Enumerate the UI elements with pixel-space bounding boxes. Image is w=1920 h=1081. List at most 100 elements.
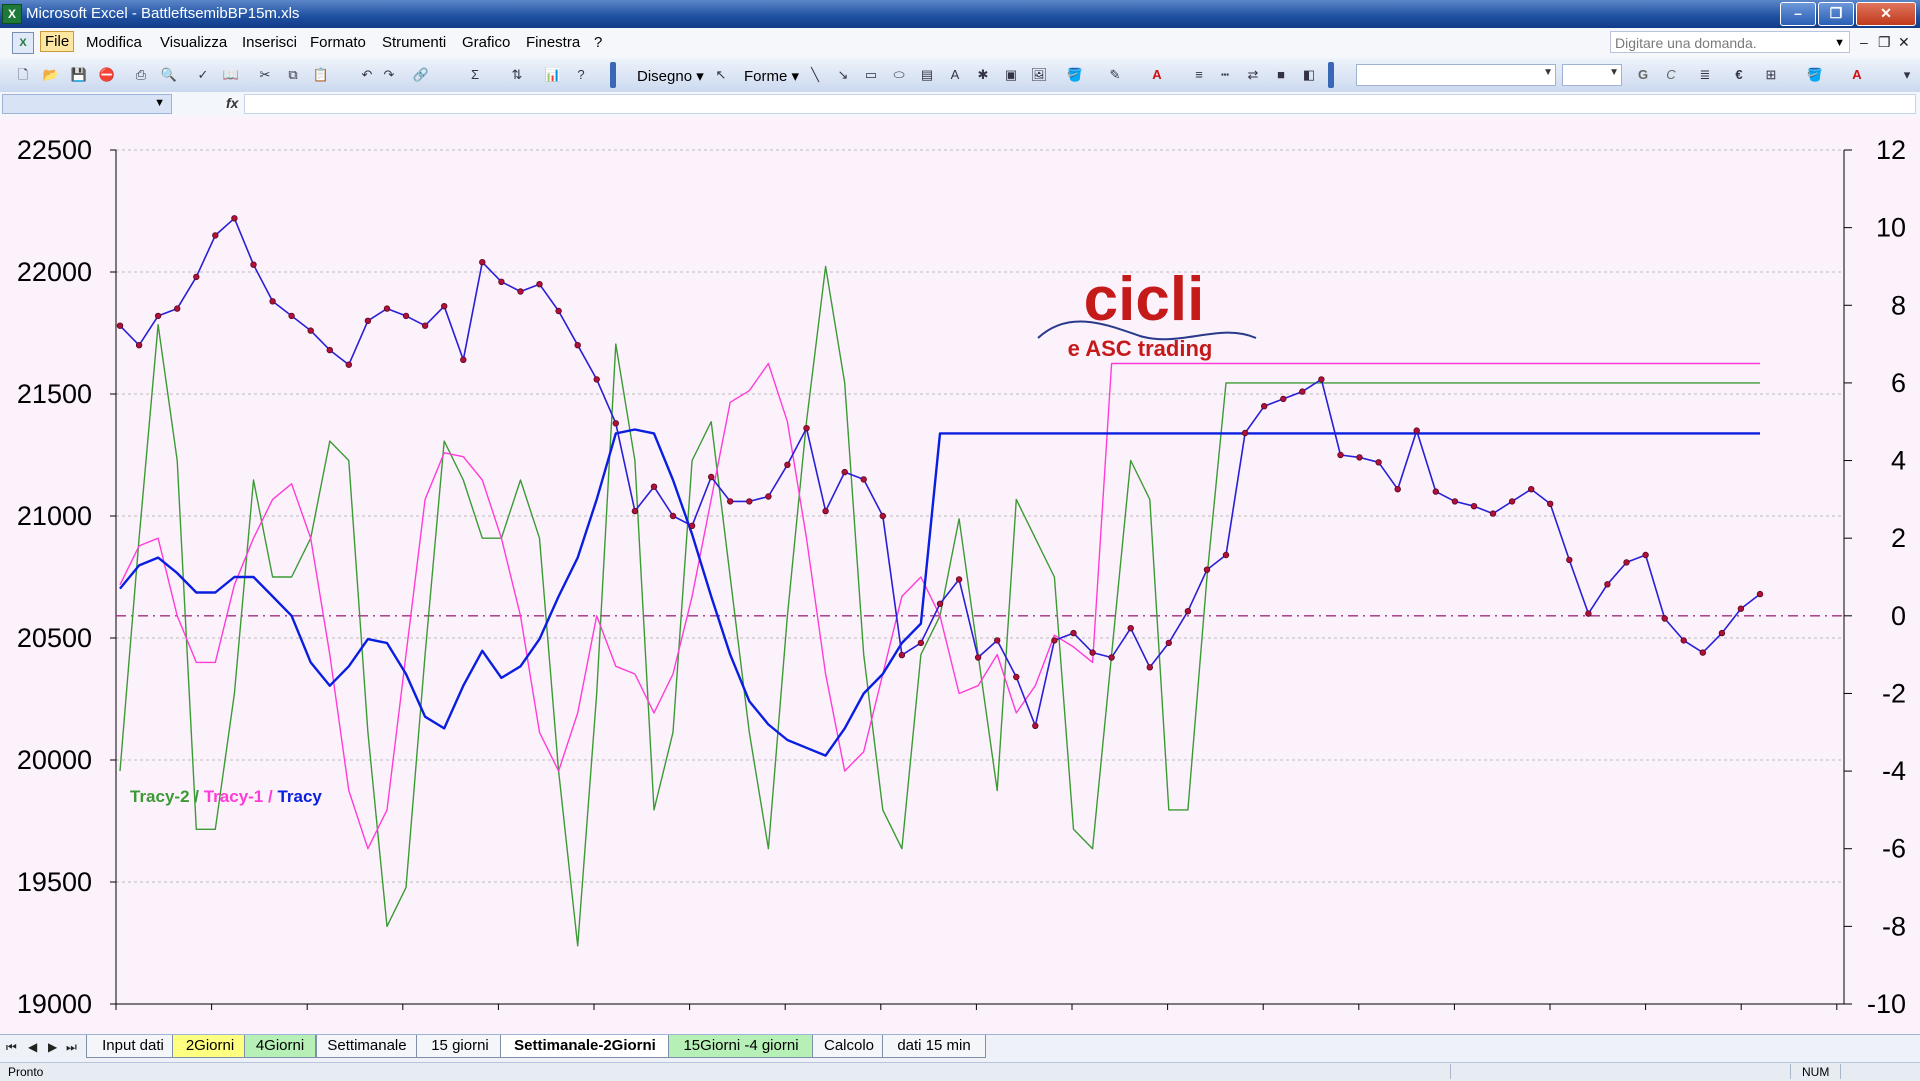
- next-sheet-button[interactable]: ▶: [48, 1040, 57, 1054]
- price-point[interactable]: [1165, 639, 1172, 647]
- price-point[interactable]: [421, 322, 429, 329]
- price-point[interactable]: [1737, 605, 1745, 612]
- price-point[interactable]: [1585, 610, 1592, 617]
- print-icon[interactable]: ⎙: [132, 66, 150, 84]
- fill-color-icon[interactable]: 🪣: [1066, 66, 1084, 84]
- menu-file[interactable]: File: [40, 31, 75, 52]
- price-point[interactable]: [1508, 498, 1516, 505]
- mdi-close-button[interactable]: ✕: [1898, 34, 1910, 51]
- price-point[interactable]: [1699, 649, 1706, 656]
- font-name-combo[interactable]: ▼: [1356, 64, 1556, 86]
- rectangle-tool-icon[interactable]: ▭: [862, 66, 880, 84]
- price-point[interactable]: [822, 507, 829, 515]
- price-point[interactable]: [1260, 403, 1268, 410]
- price-point[interactable]: [479, 258, 486, 266]
- name-box[interactable]: ▼: [2, 94, 172, 114]
- chevron-down-icon[interactable]: ▼: [1543, 67, 1553, 78]
- price-point[interactable]: [955, 576, 963, 583]
- close-button[interactable]: ✕: [1856, 2, 1916, 26]
- price-point[interactable]: [1280, 395, 1287, 403]
- copy-icon[interactable]: ⧉: [284, 66, 302, 84]
- redo-icon[interactable]: ↷: [380, 66, 398, 84]
- price-point[interactable]: [1356, 454, 1363, 461]
- menu-formato[interactable]: Formato: [306, 33, 370, 52]
- tab-calcolo[interactable]: Calcolo: [812, 1035, 886, 1058]
- shapes-menu-button[interactable]: Forme ▾: [744, 67, 799, 85]
- oval-tool-icon[interactable]: ⬭: [890, 66, 908, 84]
- insert-picture-icon[interactable]: 🖼: [1030, 66, 1048, 84]
- dash-style-icon[interactable]: ┅: [1216, 66, 1234, 84]
- open-icon[interactable]: 📂: [42, 66, 60, 84]
- arrow-tool-icon[interactable]: ↘: [834, 66, 852, 84]
- italic-button[interactable]: C: [1662, 66, 1680, 84]
- toolbar-separator[interactable]: [1328, 62, 1334, 88]
- price-point[interactable]: [402, 312, 410, 320]
- price-point[interactable]: [1070, 629, 1077, 637]
- price-point[interactable]: [288, 312, 295, 320]
- chart-wizard-icon[interactable]: 📊: [544, 66, 562, 84]
- chevron-down-icon[interactable]: ▼: [154, 97, 165, 109]
- price-point[interactable]: [326, 346, 333, 354]
- toolbar-options-icon[interactable]: ▾: [1898, 66, 1916, 84]
- new-icon[interactable]: 🗋: [14, 66, 32, 84]
- align-icon[interactable]: ≣: [1696, 66, 1714, 84]
- price-point[interactable]: [898, 651, 906, 659]
- workbook-icon[interactable]: X: [12, 32, 34, 54]
- price-point[interactable]: [1051, 637, 1058, 644]
- textbox-tool-icon[interactable]: ▤: [918, 66, 936, 84]
- price-point[interactable]: [364, 317, 372, 324]
- help-question-input[interactable]: Digitare una domanda. ▼: [1610, 31, 1850, 53]
- paste-icon[interactable]: 📋: [312, 66, 330, 84]
- price-point[interactable]: [498, 278, 505, 285]
- hyperlink-icon[interactable]: 🔗: [412, 66, 430, 84]
- price-point[interactable]: [612, 420, 619, 427]
- price-point[interactable]: [1013, 673, 1020, 681]
- price-point[interactable]: [173, 305, 181, 312]
- price-point[interactable]: [555, 307, 562, 315]
- price-point[interactable]: [1756, 590, 1764, 598]
- price-point[interactable]: [460, 356, 467, 363]
- minimize-button[interactable]: –: [1780, 2, 1816, 26]
- cut-icon[interactable]: ✂: [256, 66, 274, 84]
- toolbar-separator[interactable]: [610, 62, 616, 88]
- price-point[interactable]: [765, 493, 772, 500]
- tab-4giorni[interactable]: 4Giorni: [244, 1035, 316, 1058]
- bold-button[interactable]: G: [1634, 66, 1652, 84]
- tab-15giorni-4giorni[interactable]: 15Giorni -4 giorni: [668, 1035, 814, 1058]
- font-color-icon[interactable]: A: [1848, 66, 1866, 84]
- menu-inserisci[interactable]: Inserisci: [238, 33, 301, 52]
- diagram-icon[interactable]: ✱: [974, 66, 992, 84]
- price-point[interactable]: [154, 312, 162, 320]
- line-style-icon[interactable]: ≡: [1190, 66, 1208, 84]
- insert-function-icon[interactable]: fx: [226, 95, 238, 111]
- fill-color-icon[interactable]: 🪣: [1806, 66, 1824, 84]
- price-point[interactable]: [1203, 566, 1211, 573]
- restore-button[interactable]: ❐: [1818, 2, 1854, 26]
- prev-sheet-button[interactable]: ◀: [28, 1040, 37, 1054]
- price-point[interactable]: [1089, 649, 1096, 656]
- price-point[interactable]: [193, 273, 200, 281]
- price-point[interactable]: [688, 522, 696, 529]
- price-point[interactable]: [212, 232, 219, 239]
- menu-finestra[interactable]: Finestra: [522, 33, 584, 52]
- price-point[interactable]: [135, 341, 143, 349]
- price-point[interactable]: [1241, 429, 1249, 437]
- price-point[interactable]: [1527, 486, 1535, 493]
- autosum-icon[interactable]: Σ: [466, 66, 484, 84]
- tab-2giorni[interactable]: 2Giorni: [172, 1035, 248, 1058]
- sort-icon[interactable]: ⇅: [508, 66, 526, 84]
- price-point[interactable]: [936, 600, 944, 607]
- price-point[interactable]: [841, 468, 848, 476]
- price-point[interactable]: [1318, 376, 1325, 383]
- price-point[interactable]: [1604, 581, 1611, 588]
- menu-visualizza[interactable]: Visualizza: [156, 33, 231, 52]
- mdi-restore-button[interactable]: ❐: [1878, 34, 1891, 51]
- font-size-combo[interactable]: ▼: [1562, 64, 1622, 86]
- formula-input[interactable]: [244, 94, 1916, 114]
- tab-15-giorni[interactable]: 15 giorni: [416, 1035, 504, 1058]
- price-point[interactable]: [746, 498, 753, 505]
- price-point[interactable]: [1680, 637, 1687, 644]
- price-point[interactable]: [1413, 427, 1420, 434]
- euro-button[interactable]: €: [1730, 66, 1748, 84]
- price-point[interactable]: [441, 302, 448, 310]
